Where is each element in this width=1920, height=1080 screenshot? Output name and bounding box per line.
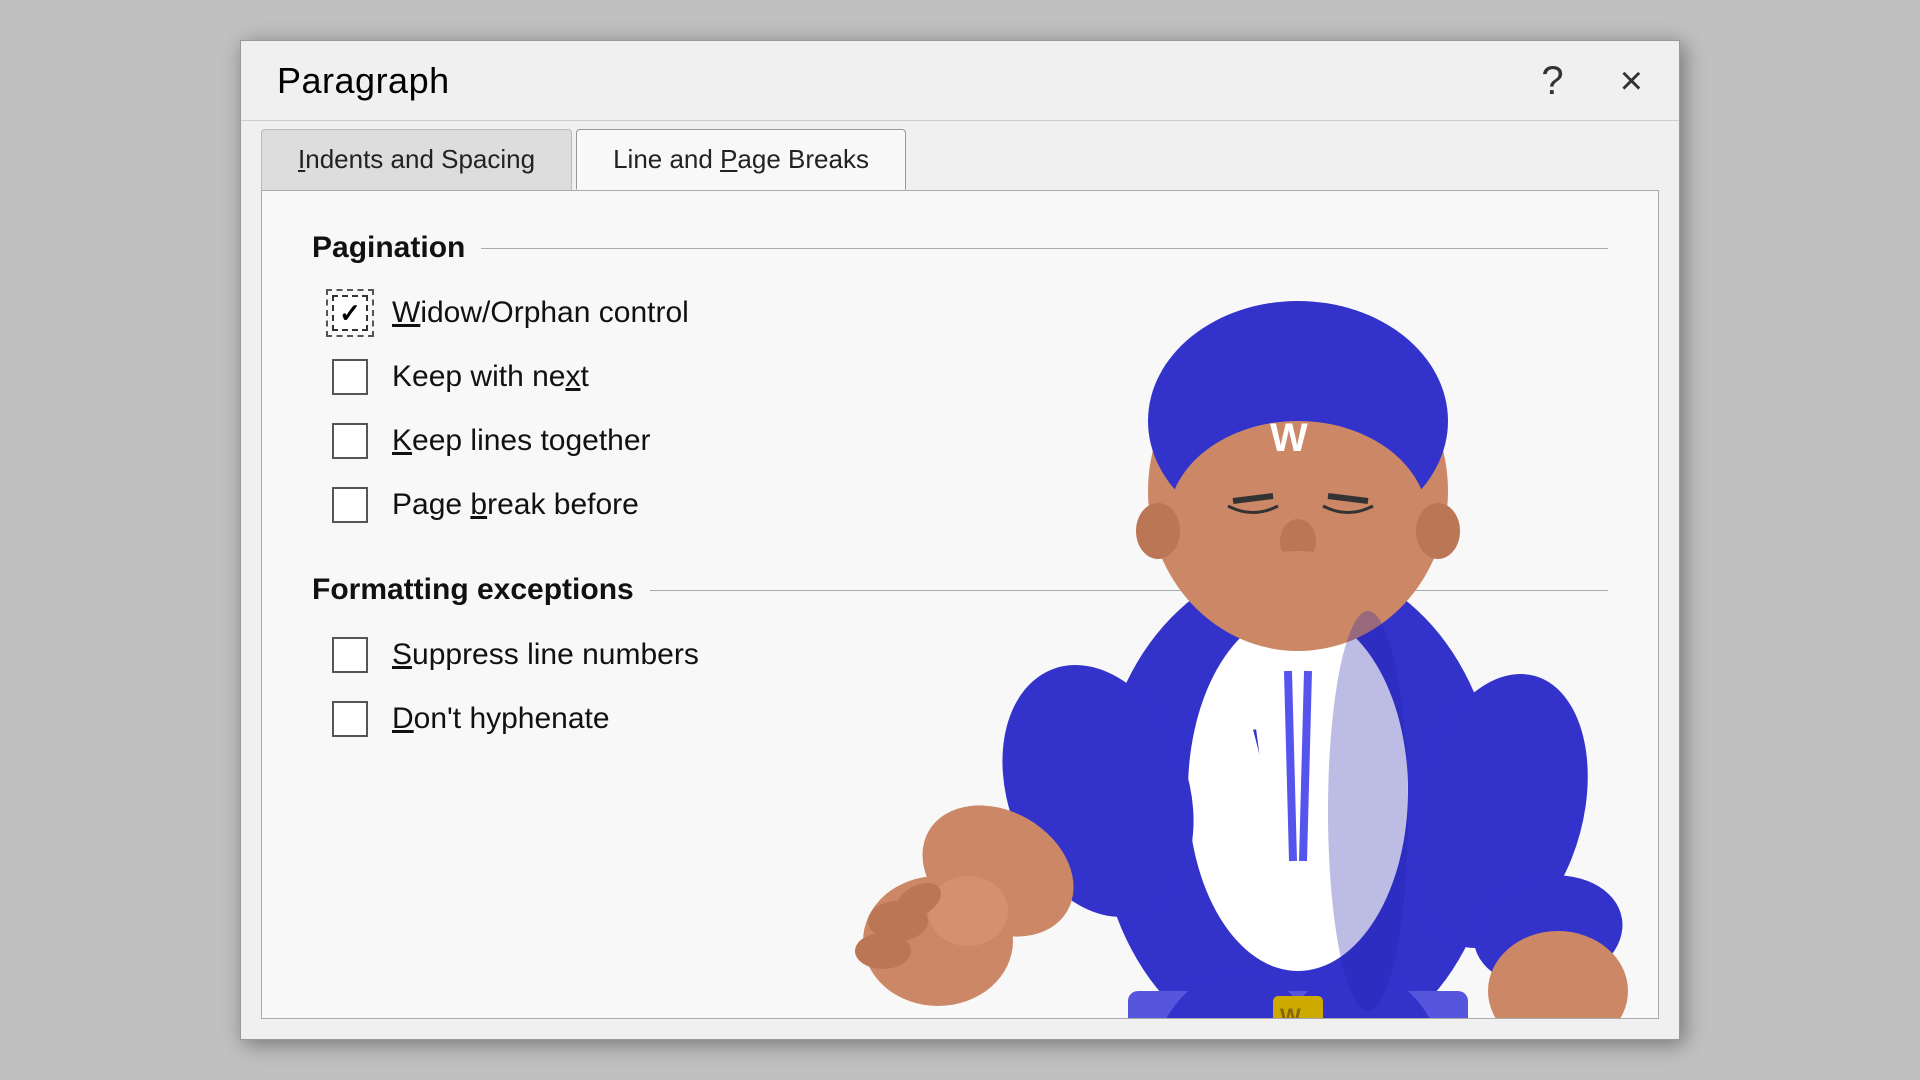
checkbox-widow-orphan[interactable] — [332, 295, 368, 331]
checkbox-item-hyphenate: Don't hyphenate — [332, 701, 1608, 737]
checkbox-page-break[interactable] — [332, 487, 368, 523]
tab-linebreaks-label: Line and Page Breaks — [613, 144, 869, 174]
label-keep-lines: Keep lines together — [392, 424, 651, 458]
checkbox-item-suppress: Suppress line numbers — [332, 637, 1608, 673]
tab-indents-label: Indents and Spacing — [298, 144, 535, 174]
label-suppress-line: Suppress line numbers — [392, 638, 699, 672]
formatting-divider — [650, 590, 1608, 591]
close-button[interactable]: × — [1612, 61, 1651, 101]
pagination-title: Pagination — [312, 231, 465, 265]
dialog-title: Paragraph — [277, 60, 450, 102]
title-bar: Paragraph ? × — [241, 41, 1679, 121]
tab-indents[interactable]: Indents and Spacing — [261, 129, 572, 190]
checkbox-item-keep-with-next: Keep with next — [332, 359, 1608, 395]
content-area: Pagination Widow/Orphan control Keep wit… — [261, 190, 1659, 1019]
checkbox-suppress-line[interactable] — [332, 637, 368, 673]
svg-text:W: W — [1280, 1004, 1301, 1019]
pagination-section-header: Pagination — [312, 231, 1608, 265]
formatting-section-header: Formatting exceptions — [312, 573, 1608, 607]
checkbox-keep-lines[interactable] — [332, 423, 368, 459]
formatting-title: Formatting exceptions — [312, 573, 634, 607]
checkbox-item-keep-lines: Keep lines together — [332, 423, 1608, 459]
formatting-checkboxes: Suppress line numbers Don't hyphenate — [332, 637, 1608, 737]
checkbox-keep-with-next[interactable] — [332, 359, 368, 395]
label-dont-hyphenate: Don't hyphenate — [392, 702, 610, 736]
tab-linebreaks[interactable]: Line and Page Breaks — [576, 129, 906, 190]
label-keep-with-next: Keep with next — [392, 360, 589, 394]
title-icons: ? × — [1533, 61, 1651, 101]
checkbox-item-widow-orphan: Widow/Orphan control — [332, 295, 1608, 331]
checkbox-dont-hyphenate[interactable] — [332, 701, 368, 737]
pagination-checkboxes: Widow/Orphan control Keep with next Keep… — [332, 295, 1608, 523]
pagination-divider — [481, 248, 1608, 249]
tabs-row: Indents and Spacing Line and Page Breaks — [241, 129, 1679, 190]
help-button[interactable]: ? — [1533, 61, 1571, 101]
label-page-break: Page break before — [392, 488, 639, 522]
paragraph-dialog: Paragraph ? × Indents and Spacing Line a… — [240, 40, 1680, 1040]
checkbox-item-page-break: Page break before — [332, 487, 1608, 523]
label-widow-orphan: Widow/Orphan control — [392, 296, 689, 330]
